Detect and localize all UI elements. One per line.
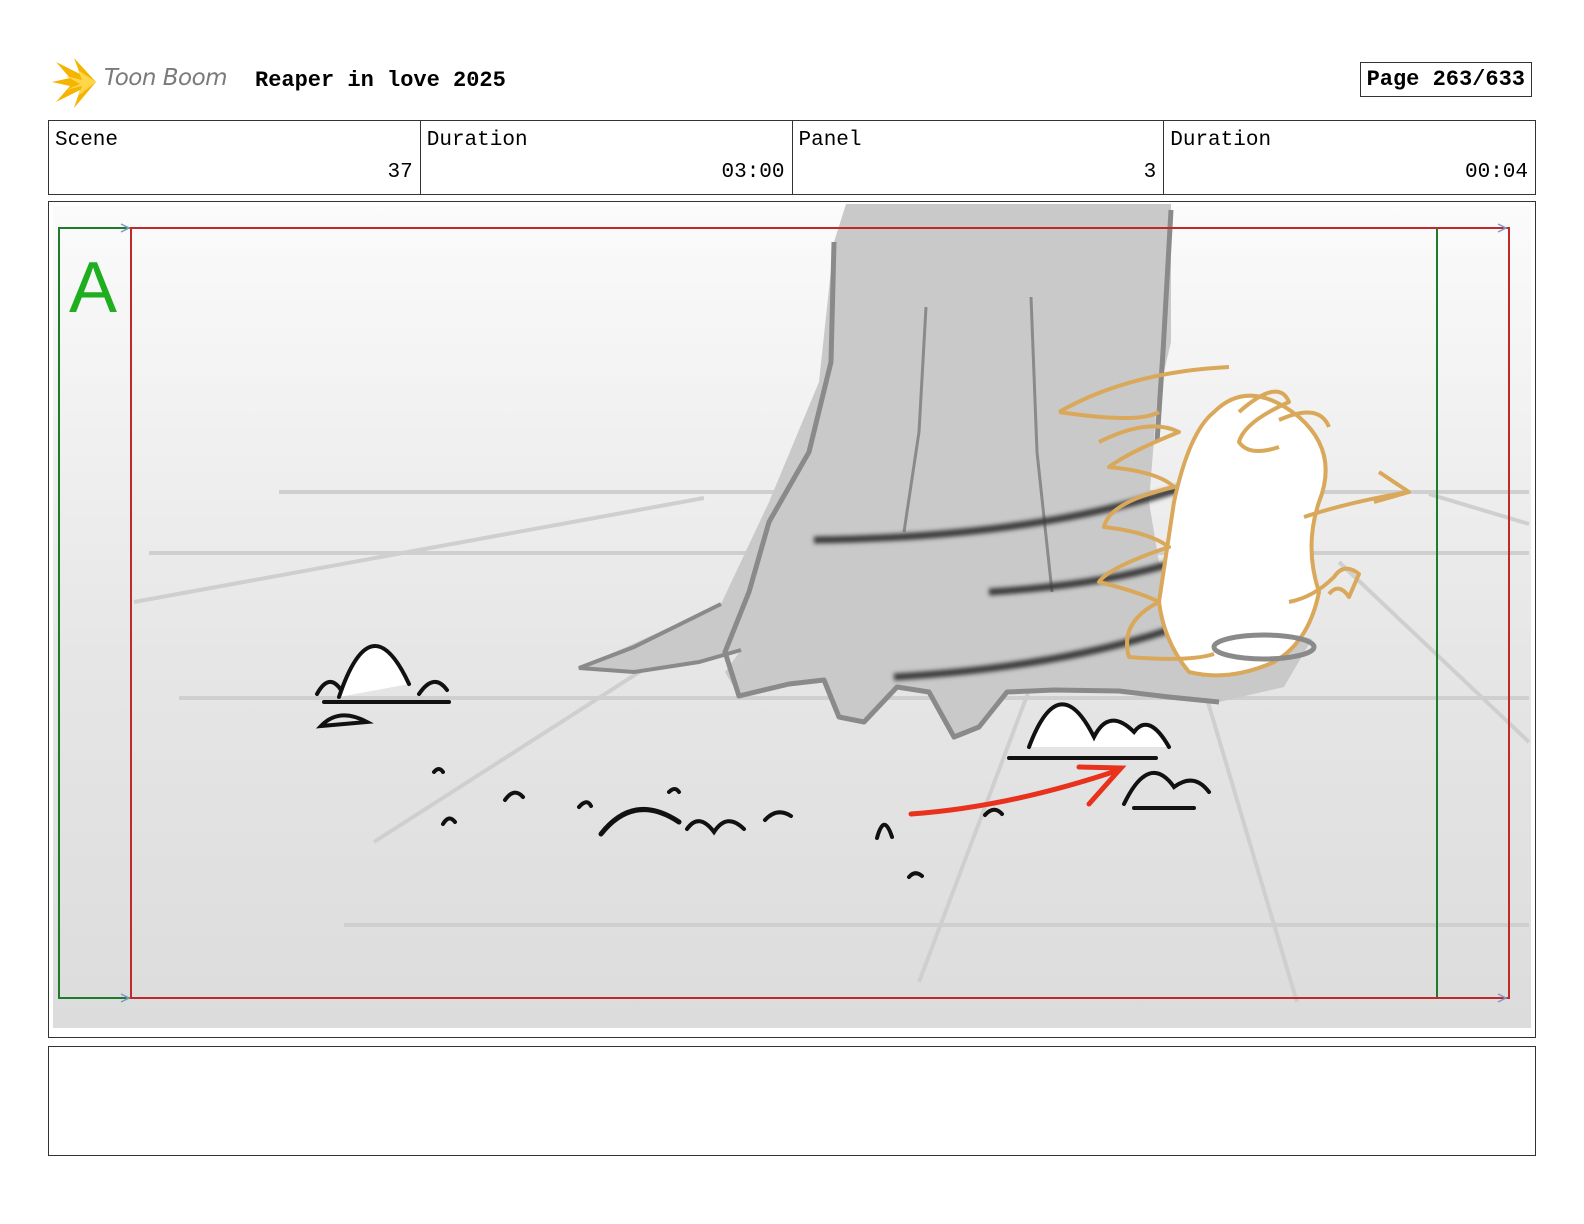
panel-sketch: A — [53, 204, 1531, 1028]
logo-text: Toon Boom — [104, 65, 228, 91]
panel-value: 3 — [1143, 161, 1157, 184]
storyboard-panel[interactable]: A — [48, 201, 1536, 1038]
panel-cell: Panel 3 — [793, 121, 1165, 194]
panel-duration-value: 00:04 — [1464, 161, 1528, 184]
scene-duration-label: Duration — [426, 129, 528, 152]
scene-duration-value: 03:00 — [721, 161, 785, 184]
scene-value: 37 — [387, 161, 413, 184]
camera-label: A — [69, 248, 117, 328]
panel-duration-cell: Duration 00:04 — [1164, 121, 1535, 194]
storyboard-header: Toon Boom Reaper in love 2025 Page 263/6… — [52, 56, 1532, 112]
page-number: Page 263/633 — [1359, 62, 1532, 97]
scene-cell: Scene 37 — [49, 121, 421, 194]
toon-boom-logo: Toon Boom — [52, 56, 242, 110]
panel-notes[interactable] — [48, 1046, 1536, 1156]
scene-label: Scene — [55, 129, 119, 152]
panel-duration-label: Duration — [1170, 129, 1272, 152]
starburst-icon — [52, 58, 96, 108]
panel-label: Panel — [798, 129, 862, 152]
project-title: Reaper in love 2025 — [255, 68, 506, 93]
scene-duration-cell: Duration 03:00 — [421, 121, 793, 194]
scene-info-table: Scene 37 Duration 03:00 Panel 3 Duration… — [48, 120, 1536, 195]
